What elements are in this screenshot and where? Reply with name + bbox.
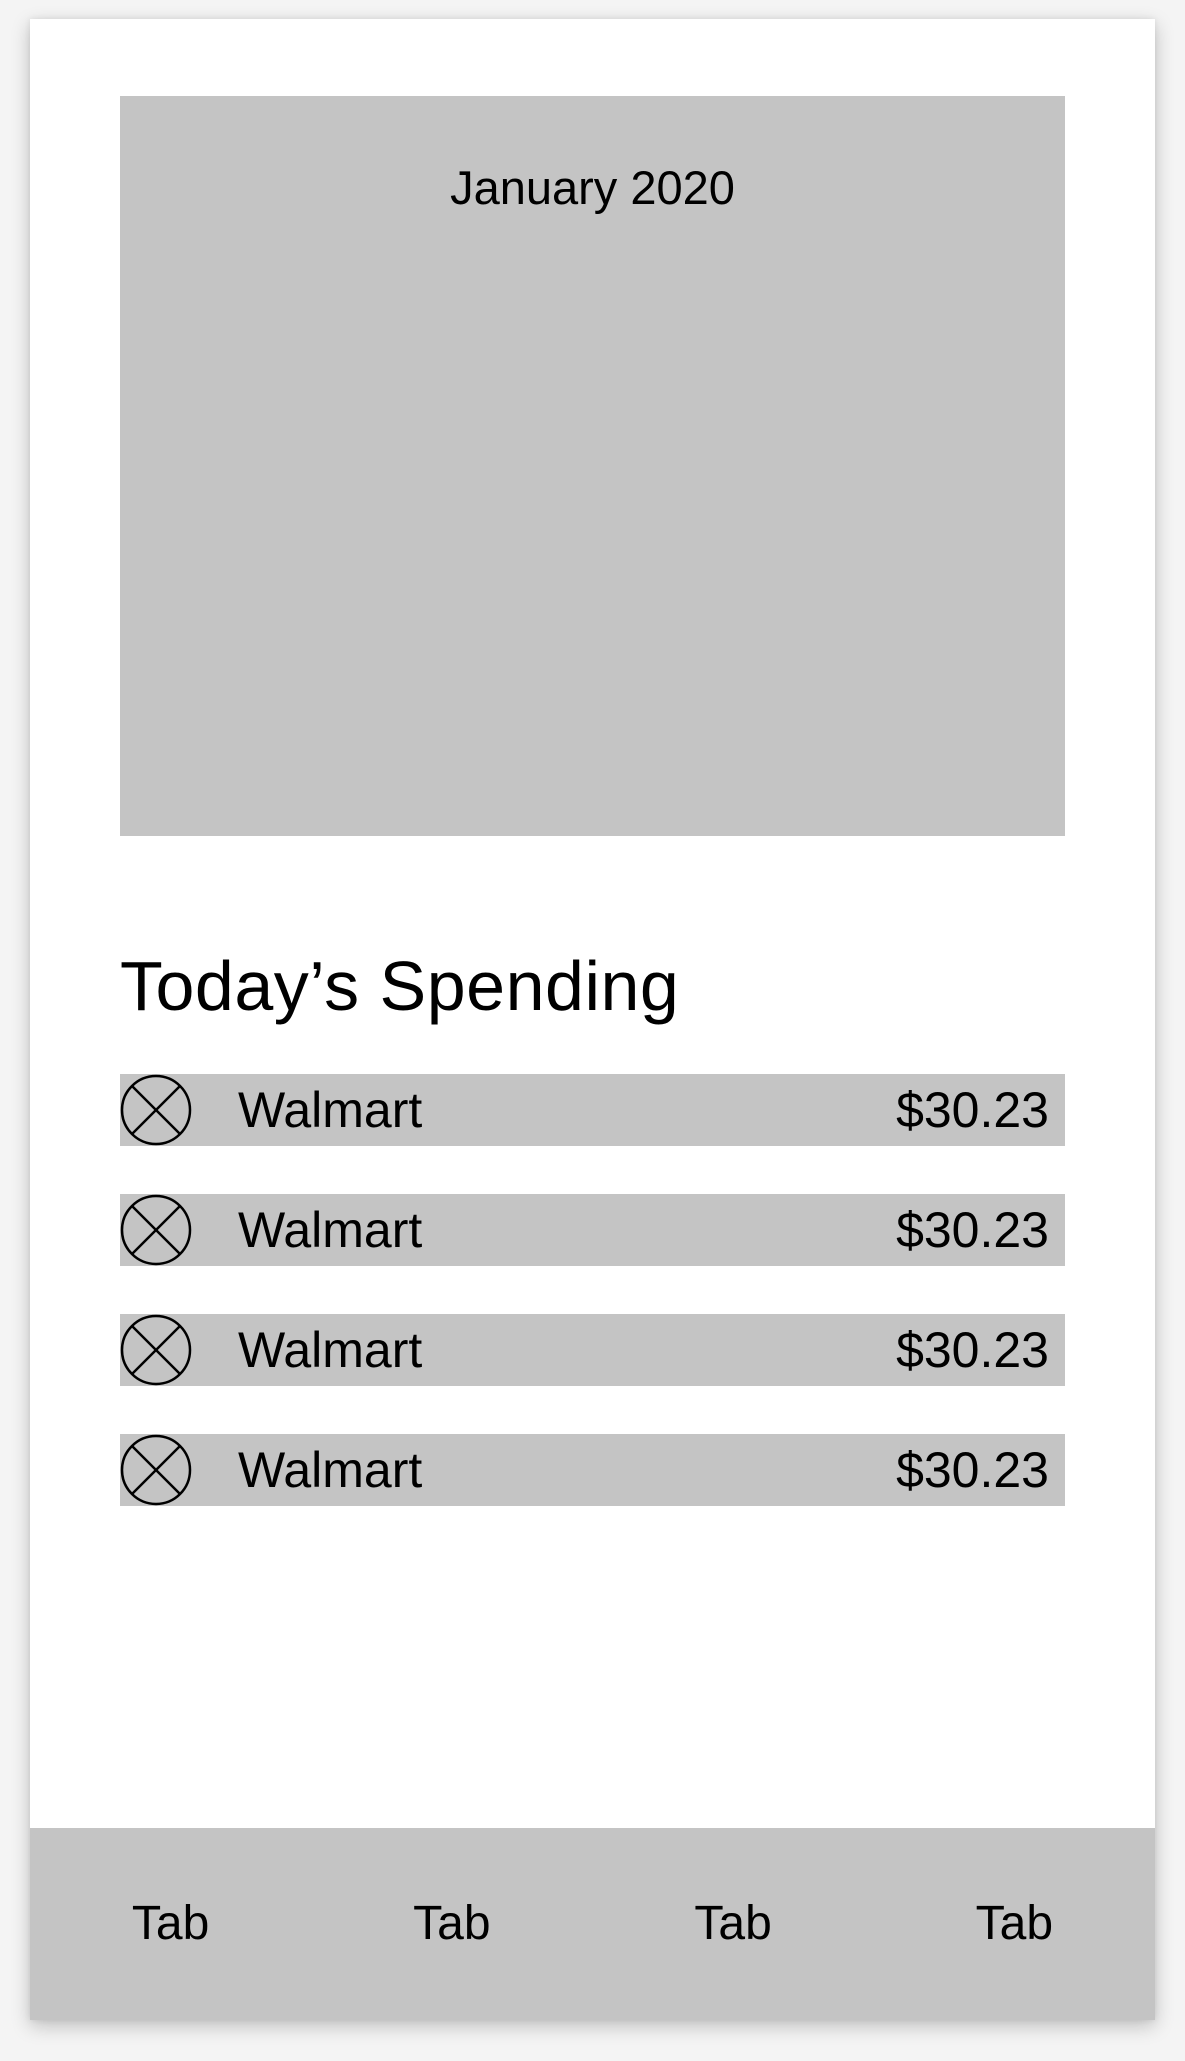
merchant-name: Walmart (238, 1442, 423, 1498)
tab-4[interactable]: Tab (874, 1828, 1155, 2020)
spending-row[interactable]: Walmart $30.23 (120, 1314, 1065, 1386)
circle-x-icon (120, 1314, 192, 1386)
amount: $30.23 (896, 1202, 1049, 1258)
month-label: January 2020 (450, 161, 735, 214)
circle-x-icon (120, 1074, 192, 1146)
merchant-name: Walmart (238, 1322, 423, 1378)
tab-1[interactable]: Tab (30, 1828, 311, 2020)
spending-row[interactable]: Walmart $30.23 (120, 1434, 1065, 1506)
spending-list: Walmart $30.23 Walmart $30.23 Walmart $3… (120, 1074, 1065, 1554)
spending-row[interactable]: Walmart $30.23 (120, 1074, 1065, 1146)
tab-3[interactable]: Tab (593, 1828, 874, 2020)
merchant-name: Walmart (238, 1082, 423, 1138)
spending-row[interactable]: Walmart $30.23 (120, 1194, 1065, 1266)
amount: $30.23 (896, 1442, 1049, 1498)
tab-2[interactable]: Tab (311, 1828, 592, 2020)
amount: $30.23 (896, 1322, 1049, 1378)
merchant-name: Walmart (238, 1202, 423, 1258)
circle-x-icon (120, 1194, 192, 1266)
bottom-tab-bar: Tab Tab Tab Tab (30, 1828, 1155, 2020)
amount: $30.23 (896, 1082, 1049, 1138)
month-calendar-card[interactable]: January 2020 (120, 96, 1065, 836)
section-title-todays-spending: Today’s Spending (120, 947, 680, 1025)
circle-x-icon (120, 1434, 192, 1506)
app-screen: January 2020 Today’s Spending Walmart $3… (30, 19, 1155, 2020)
